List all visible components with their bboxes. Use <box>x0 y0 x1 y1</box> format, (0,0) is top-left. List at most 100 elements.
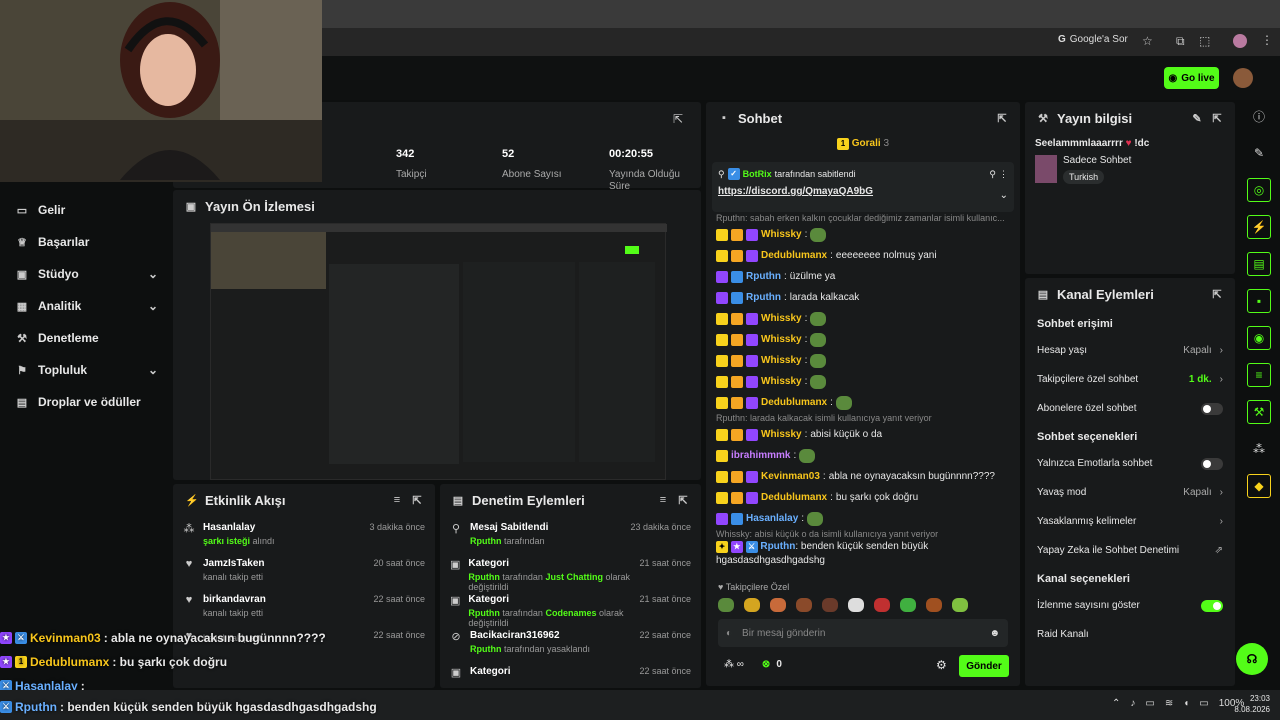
popout-icon[interactable]: ⇱ <box>1211 112 1223 125</box>
info-icon[interactable]: ⓘ <box>1247 104 1271 128</box>
chat-username[interactable]: Rputhn <box>746 292 781 303</box>
star-icon[interactable]: ☆ <box>1142 34 1153 48</box>
chat-username[interactable]: Whissky <box>761 355 802 366</box>
mic-icon[interactable]: ♪ <box>1130 698 1135 709</box>
filter-icon[interactable]: ≡ <box>391 494 403 506</box>
chat-username[interactable]: Whissky <box>761 313 802 324</box>
clock[interactable]: 23:03 8.08.2026 <box>1228 693 1270 715</box>
chat-message: Rputhn: larada kalkacak <box>706 287 1020 308</box>
sidebar-item-analitik[interactable]: ▦ Analitik ⌄ <box>0 290 170 322</box>
support-button[interactable]: ☊ <box>1236 643 1268 675</box>
users-icon[interactable]: ⁂ ∞ <box>724 659 744 670</box>
emote-icon[interactable] <box>874 598 890 612</box>
channel-actions-header: ▤ Kanal Eylemleri ⇱ <box>1037 286 1223 302</box>
emote-icon[interactable] <box>770 598 786 612</box>
chat-username[interactable]: Rputhn <box>760 541 795 552</box>
sidebar-item-studyo[interactable]: ▣ Stüdyo ⌄ <box>0 258 170 290</box>
stream-preview-video[interactable] <box>210 223 667 480</box>
chat-separator: : <box>822 471 826 482</box>
emote-icon[interactable] <box>796 598 812 612</box>
badge-icon <box>716 375 728 388</box>
chat-username[interactable]: Dedublumanx <box>761 492 827 503</box>
chat-text: bu şarkı çok doğru <box>835 492 919 503</box>
badge-icon <box>746 249 758 262</box>
emote-icon[interactable] <box>900 598 916 612</box>
chevron-down-icon[interactable]: ⌄ <box>1000 190 1008 201</box>
edit-icon[interactable]: ✎ <box>1191 112 1203 125</box>
chat-username[interactable]: Whissky <box>761 376 802 387</box>
go-live-button[interactable]: ◉ Go live <box>1164 67 1219 89</box>
account-age-row[interactable]: Hesap yaşı Kapalı › <box>1025 336 1235 365</box>
show-viewers-toggle[interactable] <box>1201 599 1223 612</box>
extension-icon[interactable]: ⧉ <box>1176 34 1185 49</box>
heart-icon: ♥ <box>185 594 193 606</box>
chat-username[interactable]: Whissky <box>761 429 802 440</box>
followers-chat-row[interactable]: Takipçilere özel sohbet 1 dk. › <box>1025 365 1235 394</box>
capture-icon[interactable]: ◎ <box>1247 178 1271 202</box>
sliders-icon[interactable]: ≡ <box>1247 363 1271 387</box>
emote-icon[interactable] <box>744 598 760 612</box>
banned-words-row[interactable]: Yasaklanmış kelimeler › <box>1025 507 1235 536</box>
pinned-link[interactable]: https://discord.gg/QmayaQA9bG <box>718 186 1008 197</box>
document-icon[interactable]: ▤ <box>1247 252 1271 276</box>
sidebar-item-basarilar[interactable]: ♕ Başarılar <box>0 226 170 258</box>
emote-icon[interactable] <box>952 598 968 612</box>
diamond-icon[interactable]: ◆ <box>1247 474 1271 498</box>
puzzle-icon[interactable]: ⬚ <box>1199 34 1210 48</box>
chat-input[interactable]: ◐ Bir mesaj gönderin ☻ <box>718 619 1008 647</box>
chat-username[interactable]: Dedublumanx <box>761 250 827 261</box>
edit-icon[interactable]: ✎ <box>1247 141 1271 165</box>
sidebar-item-topluluk[interactable]: ⚑ Topluluk ⌄ <box>0 354 170 386</box>
raid-row[interactable]: Raid Kanalı <box>1025 620 1235 649</box>
monitor-icon[interactable]: ▭ <box>1145 698 1154 709</box>
volume-icon[interactable]: ◖ <box>1183 698 1189 709</box>
popout-icon[interactable]: ⇱ <box>673 112 683 126</box>
filter-icon[interactable]: ≡ <box>657 494 669 506</box>
chat-username[interactable]: ibrahimmmk <box>731 450 790 461</box>
broadcast-icon[interactable]: ◉ <box>1247 326 1271 350</box>
slow-mode-row[interactable]: Yavaş mod Kapalı › <box>1025 478 1235 507</box>
profile-icon[interactable] <box>1233 34 1247 48</box>
wrench-icon[interactable]: ⚒ <box>1247 400 1271 424</box>
chat-username[interactable]: Hasanlalay <box>746 513 798 524</box>
chat-username[interactable]: Dedublumanx <box>761 397 827 408</box>
avatar[interactable] <box>1233 68 1253 88</box>
chat-username[interactable]: Kevinman03 <box>761 471 820 482</box>
more-options-icon[interactable]: ⋮ <box>999 169 1008 180</box>
google-ask-button[interactable]: G Google'a Sor <box>1058 34 1128 45</box>
chat-username[interactable]: Rputhn <box>746 271 781 282</box>
chevron-up-icon[interactable]: ⌃ <box>1112 698 1120 709</box>
emote-bar <box>718 598 968 612</box>
gear-icon[interactable]: ⚙ <box>936 658 947 672</box>
network-icon[interactable]: ≋ <box>1165 698 1173 709</box>
pinned-message[interactable]: ⚲ ✓ BotRix tarafından sabitlendi ⚲ ⋮ https:/… <box>712 162 1014 212</box>
ai-mod-row[interactable]: Yapay Zeka ile Sohbet Denetimi ⇗ <box>1025 536 1235 565</box>
lightning-icon[interactable]: ⚡ <box>1247 215 1271 239</box>
chat-message: Hasanlalay: <box>706 508 1020 529</box>
popout-icon[interactable]: ⇱ <box>677 494 689 507</box>
emote-only-toggle[interactable] <box>1201 457 1223 470</box>
popout-icon[interactable]: ⇱ <box>1211 288 1223 301</box>
send-button[interactable]: Gönder <box>959 655 1009 677</box>
emote-icon[interactable] <box>718 598 734 612</box>
chat-message: ✦ ★ ⚔ Rputhn: benden küçük senden büyük … <box>716 541 929 566</box>
users-icon[interactable]: ⁂ <box>1247 437 1271 461</box>
popout-icon[interactable]: ⇱ <box>411 494 423 507</box>
sidebar-item-denetleme[interactable]: ⚒ Denetleme <box>0 322 170 354</box>
emote-icon[interactable] <box>848 598 864 612</box>
emote-icon[interactable] <box>926 598 942 612</box>
subs-chat-toggle[interactable] <box>1201 402 1223 415</box>
sidebar-item-droplar[interactable]: ▤ Droplar ve ödüller <box>0 386 170 418</box>
chat-username[interactable]: Whissky <box>761 229 802 240</box>
chat-message: Rputhn: üzülme ya <box>706 266 1020 287</box>
popout-icon[interactable]: ⇱ <box>996 112 1008 125</box>
sidebar-item-gelir[interactable]: ▭ Gelir <box>0 194 170 226</box>
chat-icon[interactable]: ▪ <box>1247 289 1271 313</box>
emote-icon <box>835 395 852 410</box>
battery-icon[interactable]: ▭ <box>1199 698 1208 709</box>
emoji-icon[interactable]: ☻ <box>989 628 1000 639</box>
emote-icon[interactable] <box>822 598 838 612</box>
pin-icon[interactable]: ⚲ <box>989 169 996 180</box>
menu-dots-icon[interactable]: ⋮ <box>1261 33 1273 47</box>
chat-username[interactable]: Whissky <box>761 334 802 345</box>
